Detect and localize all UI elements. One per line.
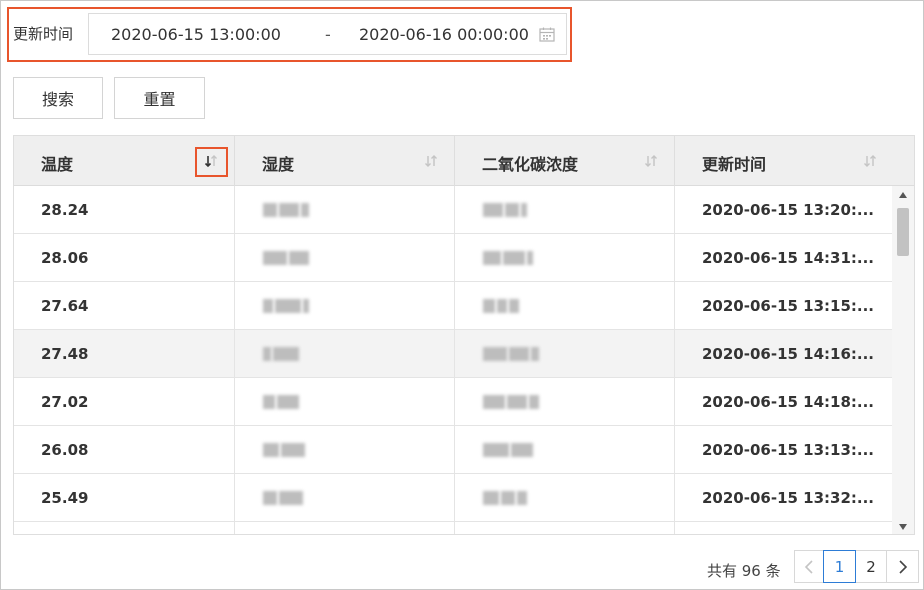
date-range-start[interactable]: 2020-06-15 13:00:00 — [111, 25, 281, 44]
table-row[interactable]: 28.06 2020-06-15 14:31:... — [14, 234, 892, 282]
updated-time-cell: 2020-06-15 13:13:... — [702, 441, 875, 459]
search-button[interactable]: 搜索 — [13, 77, 103, 119]
blurred-value — [483, 251, 535, 265]
date-range-separator: - — [325, 25, 331, 44]
blurred-value — [483, 203, 529, 217]
column-header-co2[interactable]: 二氧化碳浓度 — [455, 136, 675, 186]
updated-time-cell: 2020-06-15 14:31:... — [702, 249, 875, 267]
page-2-button[interactable]: 2 — [855, 550, 887, 583]
chevron-left-icon — [804, 559, 813, 574]
vertical-scrollbar[interactable] — [892, 186, 914, 534]
blurred-value — [483, 443, 535, 457]
blurred-value — [263, 491, 305, 505]
updated-time-cell: 2020-06-15 14:18:... — [702, 393, 875, 411]
page-1-button[interactable]: 1 — [823, 550, 856, 583]
window-frame: 更新时间 2020-06-15 13:00:00 - 2020-06-16 00… — [0, 0, 924, 590]
data-table: 温度 湿度 二氧化碳浓度 更新时间 28.24 2020-06-15 13:20… — [13, 135, 915, 535]
prev-page-button[interactable] — [794, 550, 824, 583]
scroll-up-icon[interactable] — [892, 186, 914, 204]
table-row[interactable]: 27.02 2020-06-15 14:18:... — [14, 378, 892, 426]
table-header: 温度 湿度 二氧化碳浓度 更新时间 — [14, 136, 914, 186]
scrollbar-thumb[interactable] — [897, 208, 909, 256]
blurred-value — [263, 299, 311, 313]
blurred-value — [483, 347, 541, 361]
updated-time-cell: 2020-06-15 13:32:... — [702, 489, 875, 507]
column-header-label: 温度 — [41, 155, 74, 174]
table-row[interactable]: 27.64 2020-06-15 13:15:... — [14, 282, 892, 330]
calendar-icon[interactable] — [539, 27, 555, 42]
table-row[interactable]: 27.48 2020-06-15 14:16:... — [14, 330, 892, 378]
table-row[interactable]: 26.08 2020-06-15 13:13:... — [14, 426, 892, 474]
blurred-value — [263, 203, 311, 217]
sort-icon[interactable] — [643, 153, 659, 169]
temperature-cell: 27.02 — [41, 393, 89, 411]
column-header-label: 更新时间 — [702, 155, 767, 174]
temperature-cell: 27.48 — [41, 345, 89, 363]
temperature-cell: 25.49 — [41, 489, 89, 507]
blurred-value — [263, 443, 307, 457]
scroll-down-icon[interactable] — [892, 518, 914, 534]
updated-time-cell: 2020-06-15 14:16:... — [702, 345, 875, 363]
table-row[interactable]: 28.24 2020-06-15 13:20:... — [14, 186, 892, 234]
table-body: 28.24 2020-06-15 13:20:... 28.06 2020-06… — [14, 186, 892, 534]
updated-time-cell: 2020-06-15 13:15:... — [702, 297, 875, 315]
column-header-updated[interactable]: 更新时间 — [675, 136, 914, 186]
date-range-picker[interactable]: 2020-06-15 13:00:00 - 2020-06-16 00:00:0… — [88, 13, 567, 55]
next-page-button[interactable] — [886, 550, 919, 583]
column-header-label: 湿度 — [262, 155, 295, 174]
filter-label: 更新时间 — [13, 25, 74, 43]
sort-icon[interactable] — [862, 153, 878, 169]
chevron-right-icon — [898, 559, 907, 574]
sort-highlight-box — [195, 147, 228, 177]
temperature-cell: 28.06 — [41, 249, 89, 267]
column-header-label: 二氧化碳浓度 — [482, 155, 579, 174]
temperature-cell: 27.64 — [41, 297, 89, 315]
blurred-value — [263, 347, 301, 361]
temperature-cell: 28.24 — [41, 201, 89, 219]
temperature-cell: 26.08 — [41, 441, 89, 459]
blurred-value — [263, 251, 311, 265]
table-row — [14, 522, 892, 534]
date-range-end[interactable]: 2020-06-16 00:00:00 — [359, 25, 529, 44]
column-header-temperature[interactable]: 温度 — [14, 136, 235, 186]
column-header-humidity[interactable]: 湿度 — [235, 136, 455, 186]
table-row[interactable]: 25.49 2020-06-15 13:32:... — [14, 474, 892, 522]
sort-icon[interactable] — [423, 153, 439, 169]
updated-time-cell: 2020-06-15 13:20:... — [702, 201, 875, 219]
blurred-value — [263, 395, 301, 409]
reset-button[interactable]: 重置 — [114, 77, 205, 119]
blurred-value — [483, 395, 541, 409]
total-count: 共有 96 条 — [707, 562, 781, 580]
blurred-value — [483, 491, 529, 505]
blurred-value — [483, 299, 521, 313]
